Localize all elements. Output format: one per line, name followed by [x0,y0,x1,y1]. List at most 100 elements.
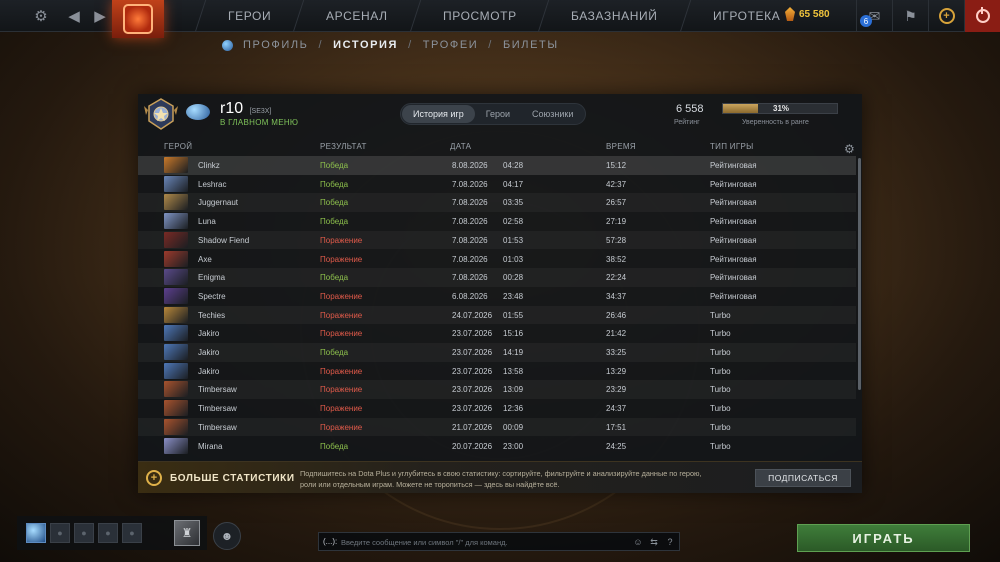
player-avatar[interactable]: ♜ [174,520,200,546]
column-result[interactable]: РЕЗУЛЬТАТ [320,142,367,151]
emoji-icon[interactable]: ☺ [631,535,645,549]
hero-portrait-icon [164,175,188,192]
hero-name: Enigma [198,273,226,283]
exit-button[interactable] [964,0,1000,32]
match-date: 23.07.2026 [452,366,493,376]
profile-subnav: ПРОФИЛЬ / ИСТОРИЯ / ТРОФЕИ / БИЛЕТЫ [222,39,559,51]
dota-plus-promo: + БОЛЬШЕ СТАТИСТИКИ Подпишитесь на Dota … [138,461,862,493]
subnav-profile[interactable]: ПРОФИЛЬ [243,39,308,51]
friends-icon: ☻ [220,529,234,543]
match-duration: 22:24 [606,273,627,283]
rank-confidence-label: Уверенность в ранге [742,119,809,126]
hero-name: Jakiro [198,329,220,339]
game-type: Рейтинговая [710,291,757,301]
hero-portrait-icon [164,213,188,230]
match-duration: 38:52 [606,254,627,264]
match-result: Победа [320,198,349,208]
match-row[interactable]: Mirana Победа 20.07.2026 23:00 24:25 Turbo [138,437,856,456]
subnav-separator: / [408,39,413,51]
nav-watch[interactable]: ПРОСМОТР [409,0,549,32]
subnav-trophies[interactable]: ТРОФЕИ [423,39,479,51]
subnav-tickets[interactable]: БИЛЕТЫ [503,39,559,51]
dota-logo-icon [123,4,153,34]
table-settings-gear-icon[interactable]: ⚙ [844,142,855,156]
party-slot-self[interactable] [26,523,46,543]
match-row[interactable]: Jakiro Поражение 23.07.2026 15:16 21:42 Turbo [138,324,856,343]
match-date: 23.07.2026 [452,348,493,357]
match-start-time: 01:53 [503,235,524,245]
promo-text: Подпишитесь на Dota Plus и углубитесь в … [300,469,702,489]
match-row[interactable]: Jakiro Победа 23.07.2026 14:19 33:25 Turbo [138,343,856,362]
chat-wheel-icon[interactable]: ⇆ [647,535,661,549]
hero-portrait-icon [164,400,188,417]
helmet-icon: ♜ [181,526,193,540]
match-list: Clinkz Победа 8.08.2026 04:28 15:12 Рейтингов… [138,156,856,461]
match-row[interactable]: Spectre Поражение 6.08.2026 23:48 34:37 Рейти… [138,287,856,306]
match-row[interactable]: Clinkz Победа 8.08.2026 04:28 15:12 Рейтингов… [138,156,856,175]
friends-button[interactable]: ☻ [213,522,241,550]
nav-heroes[interactable]: ГЕРОИ [194,0,304,32]
player-status: В ГЛАВНОМ МЕНЮ [220,118,299,127]
match-duration: 26:46 [606,310,627,320]
forward-arrow-icon[interactable]: ▶ [86,0,114,32]
hero-name: Techies [198,310,226,320]
match-row[interactable]: Leshrac Победа 7.08.2026 04:17 42:37 Рейтинго… [138,175,856,194]
party-slot-empty[interactable]: ● [50,523,70,543]
party-slot-empty[interactable]: ● [98,523,118,543]
game-type: Рейтинговая [710,161,757,170]
dota-logo-button[interactable] [112,0,164,38]
match-row[interactable]: Timbersaw Поражение 23.07.2026 12:36 24:37 Tu… [138,399,856,418]
match-row[interactable]: Enigma Победа 7.08.2026 00:28 22:24 Рейтингов… [138,268,856,287]
guild-tag: [SE3X] [249,108,272,115]
column-hero[interactable]: ГЕРОЙ [164,142,192,151]
tab-match-history[interactable]: История игр [402,105,475,123]
promo-title: БОЛЬШЕ СТАТИСТИКИ [170,473,295,484]
match-row[interactable]: Shadow Fiend Поражение 7.08.2026 01:53 57:28… [138,230,856,250]
subnav-separator: / [488,39,493,51]
hero-portrait-icon [164,437,188,454]
nav-knowledge-base[interactable]: БАЗАЗНАНИЙ [538,0,691,32]
hero-name: Luna [198,217,216,227]
game-type: Turbo [710,348,731,357]
column-date[interactable]: ДАТА [450,142,471,151]
match-date: 7.08.2026 [452,217,488,227]
match-row[interactable]: Luna Победа 7.08.2026 02:58 27:19 Рейтинговая [138,212,856,231]
dota-plus-button[interactable]: + [928,0,964,32]
match-duration: 34:37 [606,291,627,301]
party-slot-empty[interactable]: ● [122,523,142,543]
hero-portrait-icon [164,250,188,267]
hero-name: Spectre [198,291,226,301]
match-row[interactable]: Timbersaw Поражение 23.07.2026 13:09 23:29 Tu… [138,380,856,400]
guild-button[interactable]: ⚑ [892,0,928,32]
back-arrow-icon[interactable]: ◀ [60,0,88,32]
match-list-scrollbar[interactable] [858,158,861,390]
tab-allies[interactable]: Союзники [521,105,584,123]
party-slot-empty[interactable]: ● [74,523,94,543]
match-row[interactable]: Jakiro Поражение 23.07.2026 13:58 13:29 Turbo [138,362,856,381]
subnav-history[interactable]: ИСТОРИЯ [333,39,398,51]
match-duration: 33:25 [606,348,627,357]
match-row[interactable]: Axe Поражение 7.08.2026 01:03 38:52 Рейтингов… [138,250,856,269]
hero-name: Clinkz [198,161,220,170]
tab-heroes[interactable]: Герои [475,105,521,123]
settings-gear-icon[interactable]: ⚙ [27,0,55,32]
notifications-button[interactable]: ✉ 6 [856,0,892,32]
chat-input[interactable] [341,534,631,550]
help-icon[interactable]: ? [663,535,677,549]
match-start-time: 23:48 [503,291,524,301]
play-button[interactable]: ИГРАТЬ [797,524,970,552]
match-result: Поражение [320,254,363,264]
match-row[interactable]: Techies Поражение 24.07.2026 01:55 26:46 Turb… [138,305,856,325]
match-row[interactable]: Juggernaut Победа 7.08.2026 03:35 26:57 Рейти… [138,193,856,213]
subscribe-button[interactable]: ПОДПИСАТЬСЯ [755,469,851,487]
main-nav: ГЕРОИ АРСЕНАЛ ПРОСМОТР БАЗАЗНАНИЙ ИГРОТЕ… [194,0,813,32]
column-game-type[interactable]: ТИП ИГРЫ [710,142,754,151]
hero-portrait-icon [164,231,188,248]
shards-balance[interactable]: 65 580 [785,7,830,21]
match-row[interactable]: Timbersaw Поражение 21.07.2026 00:09 17:51 Tu… [138,417,856,437]
column-duration[interactable]: ВРЕМЯ [606,142,636,151]
nav-armory[interactable]: АРСЕНАЛ [293,0,420,32]
hero-portrait-icon [164,325,188,342]
match-duration: 17:51 [606,422,627,432]
match-start-time: 04:17 [503,179,524,189]
